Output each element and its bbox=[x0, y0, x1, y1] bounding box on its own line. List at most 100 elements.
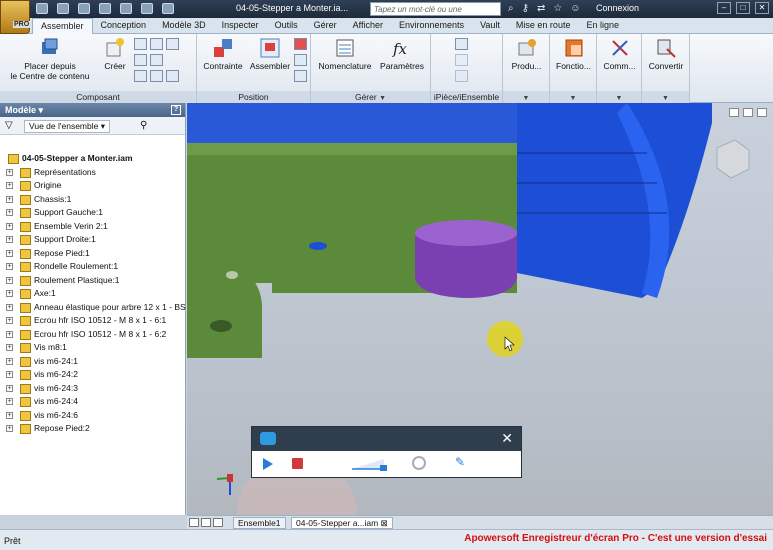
expand-icon[interactable]: + bbox=[6, 222, 13, 230]
restore-icon[interactable] bbox=[743, 108, 753, 117]
place-from-content-center-button[interactable]: Placer depuis le Centre de contenu bbox=[4, 37, 96, 81]
search-input[interactable]: Tapez un mot-clé ou une expression bbox=[370, 2, 501, 25]
tree-node[interactable]: + Ecrou hfr ISO 10512 - M 8 x 1 - 6:1 bbox=[0, 314, 185, 328]
tree-node[interactable]: + Support Gauche:1 bbox=[0, 206, 185, 220]
expand-icon[interactable]: + bbox=[6, 195, 13, 203]
filter-icon[interactable]: ▽ bbox=[5, 120, 13, 131]
expand-icon[interactable]: + bbox=[6, 263, 13, 270]
tree-node[interactable]: + vis m6-24:3 bbox=[0, 382, 185, 396]
expand-icon[interactable]: + bbox=[6, 182, 13, 189]
chevron-down-icon[interactable]: ▼ bbox=[570, 95, 577, 102]
close-icon[interactable]: ✕ bbox=[501, 430, 513, 447]
tab-afficher[interactable]: Afficher bbox=[345, 18, 391, 34]
tree-node[interactable]: + Anneau élastique pour arbre 12 x 1 - BS bbox=[0, 301, 186, 315]
create-ipart-icon[interactable] bbox=[455, 38, 468, 50]
free-rotate-icon[interactable] bbox=[294, 54, 307, 66]
close-icon[interactable]: ✕ bbox=[755, 2, 769, 14]
chevron-down-icon[interactable]: ▼ bbox=[523, 95, 530, 102]
free-move-icon[interactable] bbox=[294, 38, 307, 50]
material-icon[interactable] bbox=[162, 3, 174, 14]
new-icon[interactable] bbox=[36, 3, 48, 14]
tree-node[interactable]: + Repose Pied:2 bbox=[0, 422, 185, 436]
expand-icon[interactable]: + bbox=[6, 290, 13, 297]
convert-button[interactable]: Convertir bbox=[644, 37, 688, 71]
expand-icon[interactable]: + bbox=[6, 411, 13, 419]
parameters-button[interactable]: fx Paramètres bbox=[377, 37, 427, 71]
tree-node[interactable]: + Vis m8:1 bbox=[0, 341, 185, 355]
cascade-icon[interactable] bbox=[201, 518, 211, 527]
settings-icon[interactable] bbox=[412, 456, 426, 470]
binoculars-icon[interactable]: ⚲ bbox=[140, 120, 147, 131]
user-icon[interactable]: ☺ bbox=[570, 3, 580, 14]
browser-title[interactable]: Modèle bbox=[5, 105, 36, 115]
tile-icon[interactable] bbox=[189, 518, 199, 527]
star-icon[interactable]: ☆ bbox=[553, 3, 562, 14]
tree-node[interactable]: + vis m6-24:2 bbox=[0, 368, 185, 382]
tab-assembler[interactable]: Assembler bbox=[32, 18, 93, 35]
tree-node[interactable]: + Représentations bbox=[0, 166, 185, 180]
chevron-down-icon[interactable]: ▼ bbox=[379, 95, 386, 102]
shrinkwrap-icon[interactable] bbox=[150, 70, 163, 82]
expand-icon[interactable]: + bbox=[6, 344, 13, 351]
open-icon[interactable] bbox=[57, 3, 69, 14]
help-icon[interactable]: ? bbox=[171, 105, 181, 115]
copy-icon[interactable] bbox=[134, 54, 147, 66]
chevron-down-icon[interactable]: ▼ bbox=[616, 95, 623, 102]
expand-icon[interactable]: + bbox=[6, 303, 13, 311]
expand-icon[interactable]: + bbox=[6, 330, 13, 338]
expand-icon[interactable]: + bbox=[6, 384, 13, 392]
application-menu-button[interactable]: PRO bbox=[0, 0, 31, 34]
tree-node[interactable]: + Roulement Plastique:1 bbox=[0, 274, 185, 288]
tab-mise-en-route[interactable]: Mise en route bbox=[508, 18, 579, 34]
tree-node[interactable]: + vis m6-24:4 bbox=[0, 395, 185, 409]
tree-node[interactable]: + Ecrou hfr ISO 10512 - M 8 x 1 - 6:2 bbox=[0, 328, 185, 342]
tab-outils[interactable]: Outils bbox=[267, 18, 306, 34]
close-icon[interactable] bbox=[757, 108, 767, 117]
expand-icon[interactable]: + bbox=[6, 209, 13, 216]
tab-en-ligne[interactable]: En ligne bbox=[578, 18, 627, 34]
tab-modele-3d[interactable]: Modèle 3D bbox=[154, 18, 214, 34]
chevron-down-icon[interactable] bbox=[166, 70, 179, 82]
bom-button[interactable]: Nomenclature bbox=[315, 37, 375, 71]
tree-node[interactable]: + Origine bbox=[0, 179, 185, 193]
expand-icon[interactable]: + bbox=[6, 317, 13, 324]
assemble-button[interactable]: Assembler bbox=[248, 37, 292, 71]
expand-icon[interactable]: + bbox=[6, 236, 13, 243]
mirror-icon[interactable] bbox=[166, 38, 179, 50]
doc-tab-stepper[interactable]: 04-05-Stepper a...iam ⊠ bbox=[291, 517, 393, 529]
expand-icon[interactable]: + bbox=[6, 357, 13, 365]
pattern-icon[interactable] bbox=[134, 38, 147, 50]
derive-icon[interactable] bbox=[134, 70, 147, 82]
expand-icon[interactable]: + bbox=[6, 425, 13, 432]
select-icon[interactable] bbox=[141, 3, 153, 14]
minimize-icon[interactable]: – bbox=[717, 2, 731, 14]
tree-node[interactable]: + Ensemble Verin 2:1 bbox=[0, 220, 185, 234]
minimize-icon[interactable] bbox=[729, 108, 739, 117]
volume-slider[interactable] bbox=[350, 457, 388, 471]
key-icon[interactable]: ⚷ bbox=[522, 3, 529, 14]
chevron-down-icon[interactable]: ▾ bbox=[39, 105, 44, 115]
tree-node[interactable]: + Rondelle Roulement:1 bbox=[0, 260, 185, 274]
tab-inspecter[interactable]: Inspecter bbox=[214, 18, 267, 34]
create-component-button[interactable]: Créer bbox=[102, 37, 128, 71]
exchange-icon[interactable]: ⇄ bbox=[537, 3, 545, 14]
menu-icon[interactable] bbox=[213, 518, 223, 527]
expand-icon[interactable]: + bbox=[6, 398, 13, 405]
binoculars-icon[interactable]: ⌕ bbox=[508, 3, 514, 14]
chevron-down-icon[interactable]: ▼ bbox=[662, 95, 669, 102]
constraint-button[interactable]: Contrainte bbox=[200, 37, 246, 71]
communication-button[interactable]: Comm... bbox=[599, 37, 640, 71]
tree-root-assembly[interactable]: 04-05-Stepper a Monter.iam bbox=[0, 152, 185, 166]
stop-button[interactable] bbox=[292, 458, 303, 469]
view-selector-dropdown[interactable]: Vue de l'ensemble ▾ bbox=[24, 120, 110, 133]
features-button[interactable]: Fonctio... bbox=[552, 37, 595, 71]
expand-icon[interactable]: + bbox=[6, 168, 13, 176]
undo-icon[interactable] bbox=[99, 3, 111, 14]
close-icon[interactable]: ⊠ bbox=[381, 518, 388, 528]
tab-environnements[interactable]: Environnements bbox=[391, 18, 472, 34]
tree-node[interactable]: + Repose Pied:1 bbox=[0, 247, 185, 261]
maximize-icon[interactable]: □ bbox=[736, 2, 750, 14]
tab-vault[interactable]: Vault bbox=[472, 18, 508, 34]
play-button[interactable] bbox=[263, 458, 273, 470]
replace-icon[interactable] bbox=[150, 54, 163, 66]
